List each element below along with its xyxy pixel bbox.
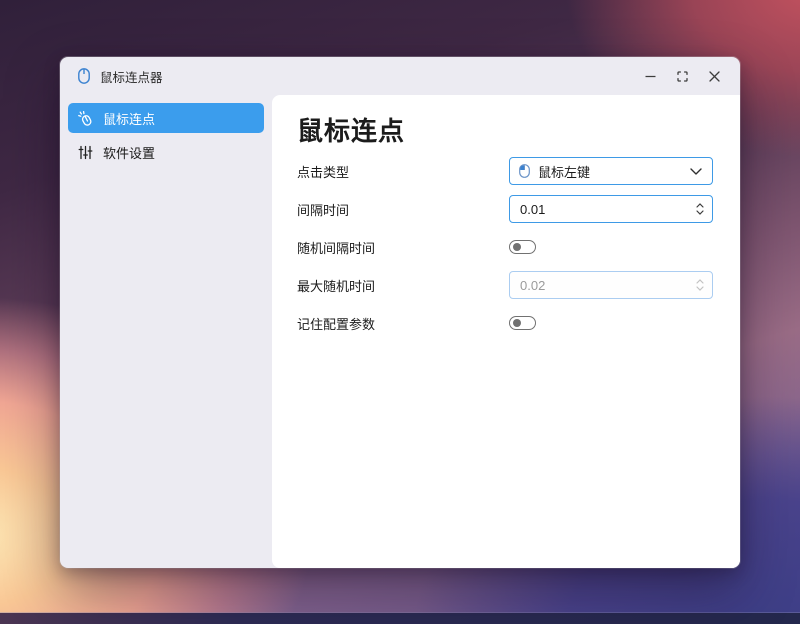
- click-type-select[interactable]: 鼠标左键: [509, 157, 713, 185]
- toggle-knob: [513, 243, 521, 251]
- titlebar[interactable]: 鼠标连点器: [60, 57, 740, 95]
- main-content: 鼠标连点 点击类型 鼠标左键: [272, 95, 740, 568]
- spinner-down-icon: [696, 286, 704, 291]
- form-row-remember-config: 记住配置参数: [297, 309, 713, 337]
- toggle-knob: [513, 319, 521, 327]
- max-random-label: 最大随机时间: [297, 276, 375, 295]
- sidebar-item-mouse-clicker[interactable]: 鼠标连点: [68, 103, 264, 133]
- form-row-click-type: 点击类型 鼠标左键: [297, 157, 713, 185]
- close-button[interactable]: [698, 63, 730, 89]
- mouse-click-icon: [78, 111, 93, 126]
- window-title: 鼠标连点器: [100, 67, 163, 86]
- interval-label: 间隔时间: [297, 200, 349, 219]
- minimize-button[interactable]: [634, 63, 666, 89]
- interval-input[interactable]: 0.01: [509, 195, 713, 223]
- mouse-left-button-icon: [519, 164, 530, 178]
- spinner-down-icon[interactable]: [696, 210, 704, 215]
- form-row-max-random: 最大随机时间 0.02: [297, 271, 713, 299]
- chevron-down-icon: [690, 168, 702, 175]
- sidebar-item-settings[interactable]: 软件设置: [68, 137, 264, 167]
- sidebar-item-label: 软件设置: [103, 143, 155, 162]
- max-random-input: 0.02: [509, 271, 713, 299]
- app-window: 鼠标连点器: [60, 57, 740, 568]
- interval-value: 0.01: [520, 202, 545, 217]
- sliders-icon: [78, 145, 93, 160]
- maximize-icon: [677, 71, 688, 82]
- taskbar-strip: [0, 613, 800, 624]
- remember-config-label: 记住配置参数: [297, 314, 375, 333]
- form-row-random-interval: 随机间隔时间: [297, 233, 713, 261]
- page-title: 鼠标连点: [297, 116, 713, 147]
- spinner-up-icon[interactable]: [696, 203, 704, 208]
- click-type-label: 点击类型: [297, 162, 349, 181]
- spinner-up-icon: [696, 279, 704, 284]
- random-interval-toggle[interactable]: [509, 240, 536, 254]
- remember-config-toggle[interactable]: [509, 316, 536, 330]
- maximize-button[interactable]: [666, 63, 698, 89]
- close-icon: [709, 71, 720, 82]
- max-random-value: 0.02: [520, 278, 545, 293]
- minimize-icon: [645, 71, 656, 82]
- click-type-value: 鼠标左键: [538, 162, 590, 181]
- sidebar: 鼠标连点 软件设置: [60, 95, 272, 568]
- sidebar-item-label: 鼠标连点: [103, 109, 155, 128]
- app-mouse-icon: [78, 68, 90, 84]
- form-row-interval: 间隔时间 0.01: [297, 195, 713, 223]
- random-interval-label: 随机间隔时间: [297, 238, 375, 257]
